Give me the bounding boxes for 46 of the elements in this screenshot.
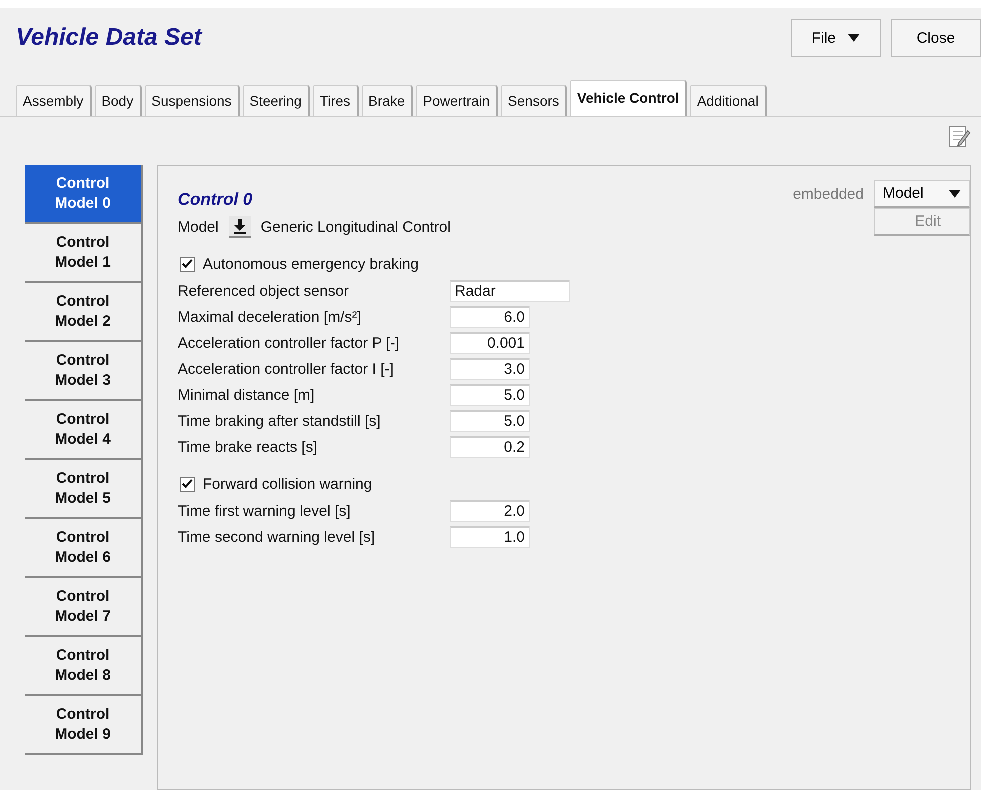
caret-icon [949, 190, 961, 198]
field-label: Time first warning level [s] [178, 502, 352, 520]
checkbox[interactable] [180, 256, 195, 272]
input-field[interactable]: Radar [450, 280, 570, 302]
input-field[interactable]: 1.0 [450, 526, 530, 548]
input-field[interactable]: 0.2 [450, 436, 530, 458]
model-name: Generic Longitudinal Control [260, 218, 451, 236]
input-field[interactable]: 3.0 [450, 358, 530, 380]
file-menu-button[interactable]: File [790, 19, 881, 57]
input-field[interactable]: 5.0 [450, 384, 530, 406]
tab[interactable]: Sensors [501, 85, 568, 116]
input-field[interactable]: 5.0 [450, 410, 530, 432]
field-label: Time brake reacts [s] [178, 438, 318, 456]
edit-document-icon[interactable] [949, 125, 971, 149]
mode-label: embedded [793, 186, 864, 202]
field-label: Maximal deceleration [m/s²] [178, 308, 362, 326]
download-button[interactable] [228, 216, 251, 238]
input-field[interactable]: 2.0 [450, 500, 530, 522]
tab[interactable]: Steering [242, 85, 310, 116]
field-label: Time braking after standstill [s] [178, 412, 382, 430]
panel-title: Control 0 [178, 190, 253, 210]
close-button[interactable]: Close [891, 19, 981, 57]
field-label: Minimal distance [m] [178, 386, 316, 404]
field-label: Acceleration controller factor I [-] [178, 360, 395, 378]
tab[interactable]: Vehicle Control [570, 80, 688, 116]
tab[interactable]: Assembly [16, 85, 92, 116]
input-field[interactable]: 6.0 [450, 306, 530, 328]
window-title: Vehicle Data Set [16, 24, 202, 52]
caret-icon [848, 34, 860, 42]
checkbox-label: Autonomous emergency braking [203, 256, 419, 272]
model-dropdown-button[interactable]: Model [874, 180, 970, 208]
checkbox[interactable] [180, 476, 195, 492]
tab[interactable]: Brake [362, 85, 414, 116]
tab[interactable]: Powertrain [416, 85, 498, 116]
field-label: Referenced object sensor [178, 282, 350, 300]
sidebar-item[interactable]: Control Model 0 [25, 165, 141, 224]
checkbox-label: Forward collision warning [203, 476, 372, 492]
field-label: Acceleration controller factor P [-] [178, 334, 400, 352]
tab[interactable]: Tires [312, 85, 359, 116]
model-label: Model [178, 218, 219, 236]
download-icon [232, 218, 247, 234]
tab[interactable]: Additional [690, 85, 767, 116]
input-field[interactable]: 0.001 [450, 332, 530, 354]
tab[interactable]: Body [94, 85, 142, 116]
field-label: Time second warning level [s] [178, 528, 376, 546]
tab[interactable]: Suspensions [144, 85, 240, 116]
